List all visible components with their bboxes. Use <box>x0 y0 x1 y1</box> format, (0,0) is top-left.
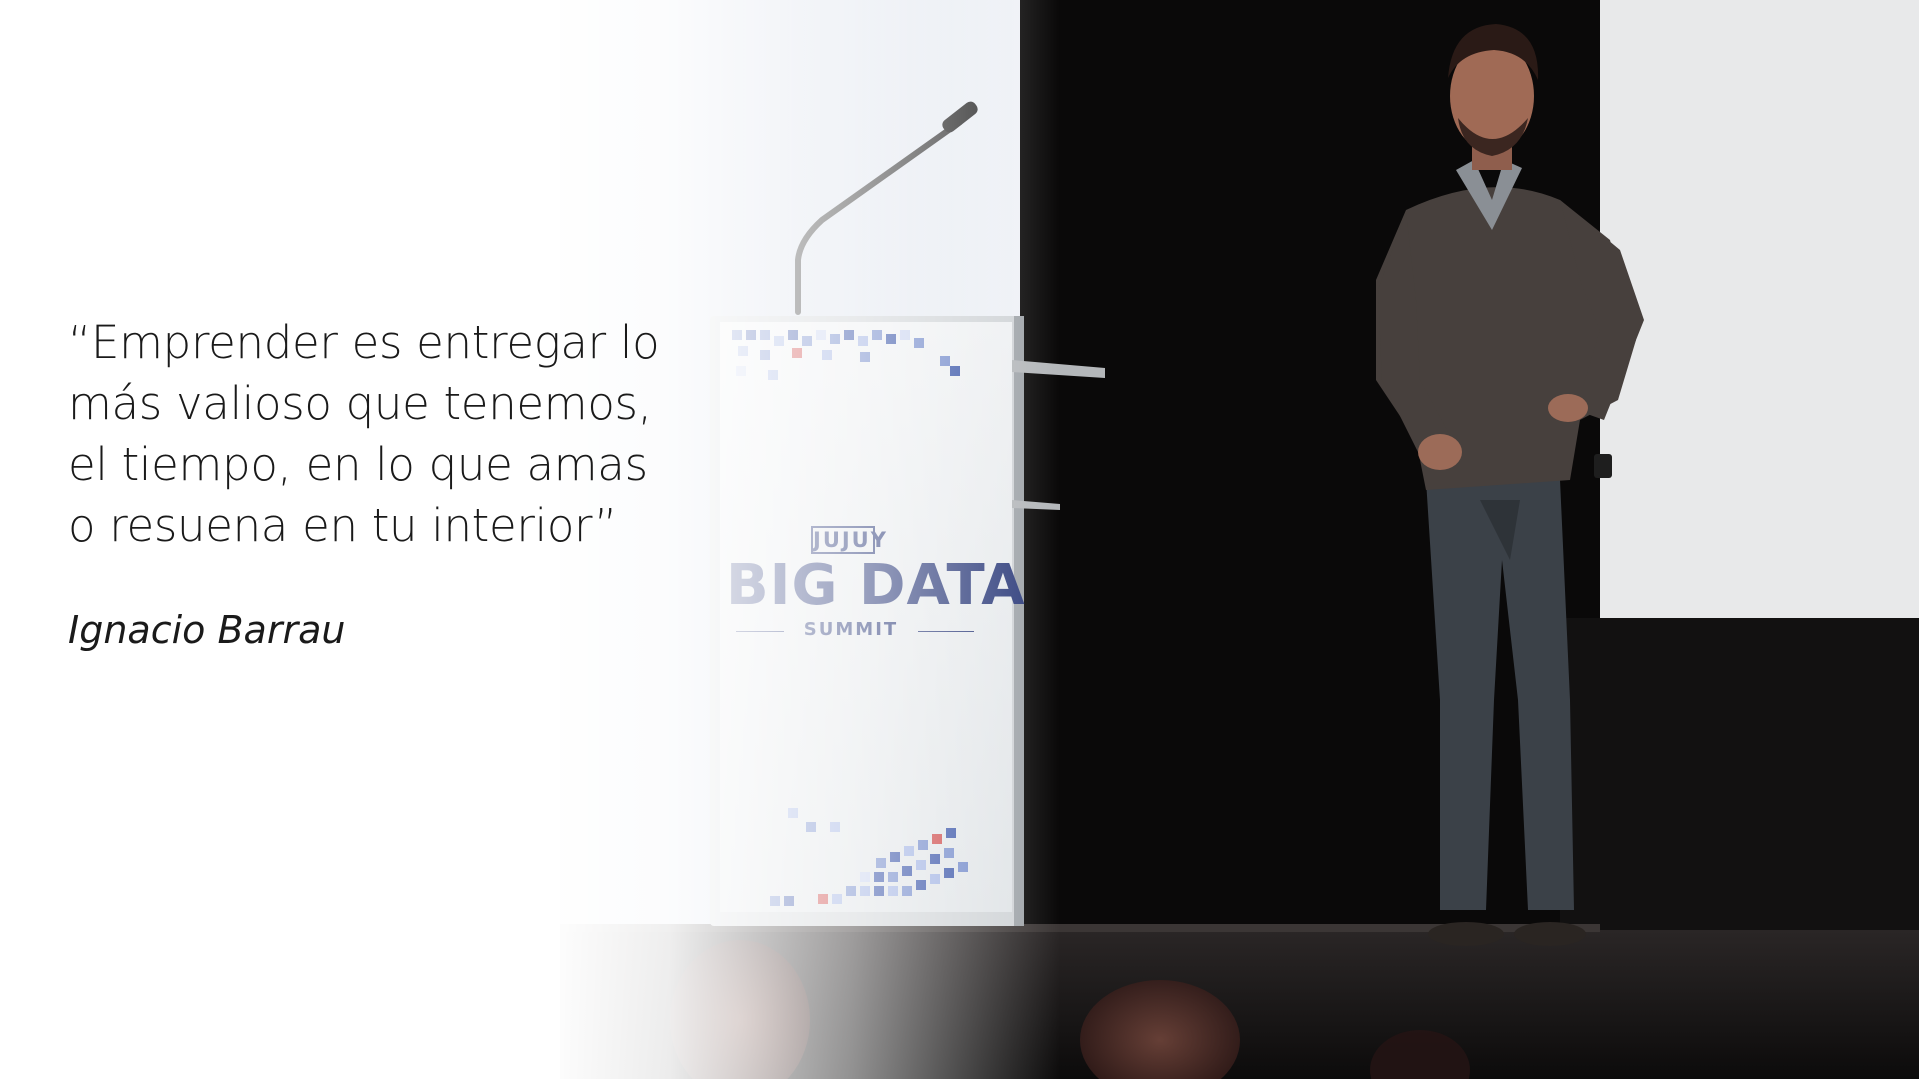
quote: “Emprender es entregar lo más valioso qu… <box>68 312 688 556</box>
quote-line-1: “Emprender es entregar lo <box>68 316 660 369</box>
quote-line-3: el tiempo, en lo que amas <box>68 438 648 491</box>
podium-jujuy-text: JUJUY <box>811 526 888 554</box>
podium-summit-text: SUMMIT <box>803 619 899 640</box>
podium-rule-right <box>918 631 974 632</box>
quote-line-4: o resuena en tu interior” <box>68 499 618 552</box>
slide: JUJUY BIG DATA SUMMIT “Emprender es entr… <box>0 0 1919 1079</box>
speaker-photo <box>560 0 1919 1079</box>
quote-line-2: más valioso que tenemos, <box>68 377 652 430</box>
podium-bigdata-text: BIG DATA <box>726 553 1026 618</box>
quote-author: Ignacio Barrau <box>68 608 346 652</box>
